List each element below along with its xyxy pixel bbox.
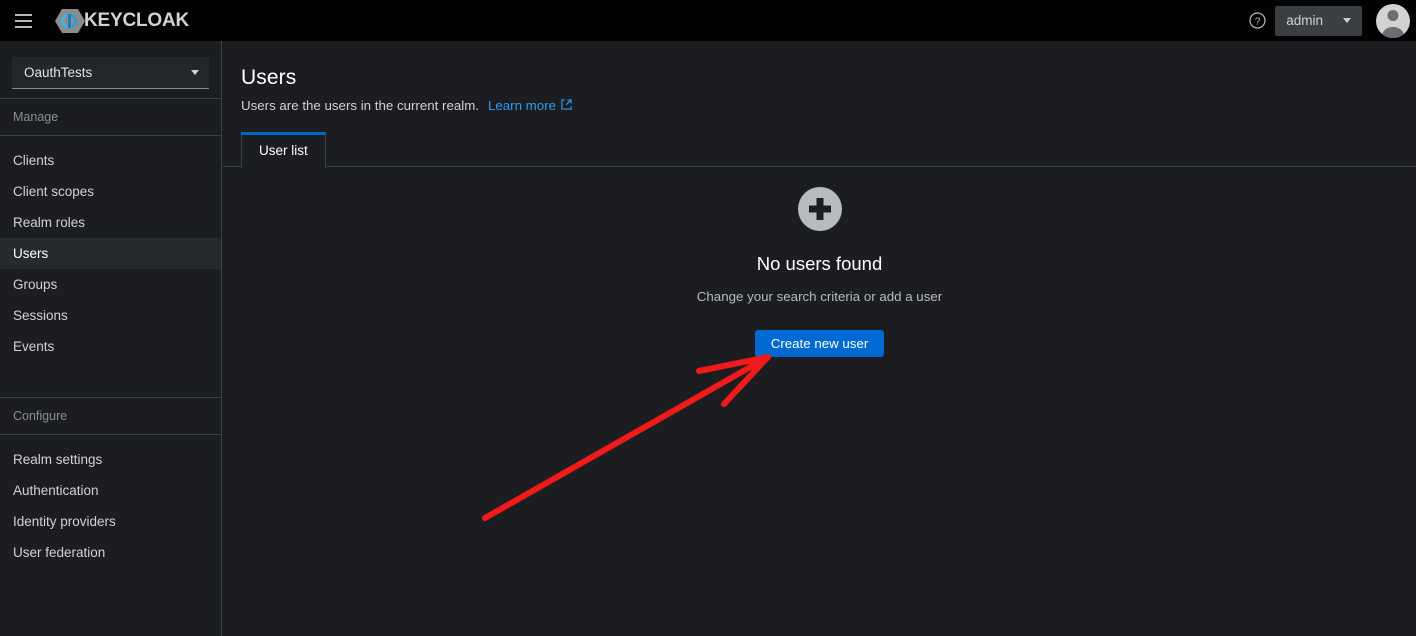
sidebar-item-sessions[interactable]: Sessions xyxy=(0,300,221,331)
chevron-down-icon xyxy=(191,70,199,75)
keycloak-admin-console: KEYCLOAK ? admin OauthTests Manage Clien… xyxy=(0,0,1416,636)
sidebar-item-authentication[interactable]: Authentication xyxy=(0,475,221,506)
hamburger-icon[interactable] xyxy=(0,0,46,41)
sidebar-item-groups[interactable]: Groups xyxy=(0,269,221,300)
masthead: KEYCLOAK ? admin xyxy=(0,0,1416,41)
sidebar-item-client-scopes[interactable]: Client scopes xyxy=(0,176,221,207)
sidebar-item-clients[interactable]: Clients xyxy=(0,145,221,176)
sidebar-item-realm-roles[interactable]: Realm roles xyxy=(0,207,221,238)
tab-bar: User list xyxy=(223,132,1416,168)
sidebar-item-identity-providers[interactable]: Identity providers xyxy=(0,506,221,537)
hamburger-bar xyxy=(14,25,32,28)
keycloak-logo-icon xyxy=(55,8,85,34)
page-title: Users xyxy=(241,66,297,89)
hamburger-bar xyxy=(14,19,32,22)
external-link-icon xyxy=(561,98,572,113)
empty-state-title: No users found xyxy=(756,253,883,274)
empty-state-body: Change your search criteria or add a use… xyxy=(696,289,943,304)
sidebar-item-events[interactable]: Events xyxy=(0,331,221,362)
brand-logo-link[interactable]: KEYCLOAK xyxy=(55,8,189,34)
page-header: Users Users are the users in the current… xyxy=(223,41,1416,113)
chevron-down-icon xyxy=(1343,18,1351,23)
sidebar-item-realm-settings[interactable]: Realm settings xyxy=(0,444,221,475)
sidebar: OauthTests Manage Clients Client scopes … xyxy=(0,41,222,636)
tab-user-list[interactable]: User list xyxy=(241,132,326,168)
learn-more-link[interactable]: Learn more xyxy=(488,98,572,113)
user-menu-label: admin xyxy=(1286,13,1323,28)
page-description-row: Users are the users in the current realm… xyxy=(241,98,1416,113)
plus-circle-icon xyxy=(797,187,842,231)
sidebar-item-user-federation[interactable]: User federation xyxy=(0,537,221,568)
svg-text:?: ? xyxy=(1254,16,1260,27)
brand-text: KEYCLOAK xyxy=(84,9,190,31)
user-avatar-icon[interactable] xyxy=(1376,3,1410,38)
learn-more-label: Learn more xyxy=(487,98,556,113)
realm-selector-value: OauthTests xyxy=(24,65,93,80)
nav-group-title-manage: Manage xyxy=(13,110,59,124)
page-description: Users are the users in the current realm… xyxy=(241,98,479,113)
user-menu-dropdown[interactable]: admin xyxy=(1275,5,1362,36)
nav-group-title-configure: Configure xyxy=(13,409,68,423)
main-content: Users Users are the users in the current… xyxy=(223,41,1416,636)
empty-state: No users found Change your search criter… xyxy=(223,187,1416,357)
masthead-right: ? admin xyxy=(1239,0,1416,41)
nav-gap xyxy=(0,362,221,397)
help-circle-icon[interactable]: ? xyxy=(1239,0,1275,41)
create-new-user-button[interactable]: Create new user xyxy=(754,330,885,357)
sidebar-item-users[interactable]: Users xyxy=(0,238,221,269)
realm-selector[interactable]: OauthTests xyxy=(12,57,209,89)
hamburger-bar xyxy=(14,13,32,16)
realm-selector-wrapper: OauthTests xyxy=(0,41,221,89)
